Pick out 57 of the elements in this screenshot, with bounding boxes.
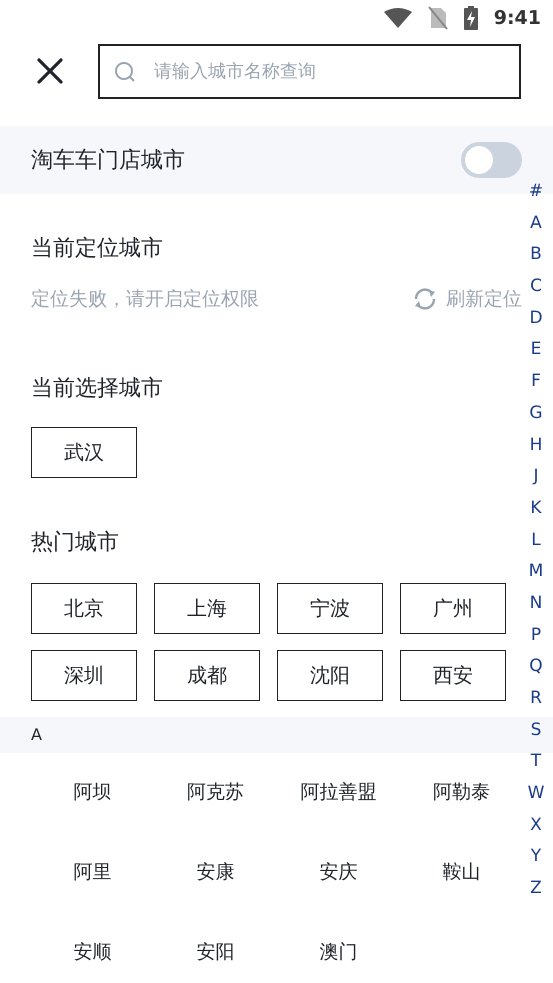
index-letter[interactable]: W	[525, 778, 547, 810]
city-item[interactable]: 澳门	[277, 912, 400, 983]
index-letter[interactable]: T	[525, 746, 547, 778]
index-letter[interactable]: Y	[525, 841, 547, 874]
index-letter[interactable]: L	[525, 524, 547, 556]
section-title: 当前定位城市	[31, 235, 164, 263]
city-item[interactable]: 安康	[154, 832, 277, 912]
wifi-icon	[384, 8, 412, 28]
toggle-switch[interactable]	[461, 142, 522, 178]
city-item[interactable]: 鞍山	[400, 832, 523, 912]
city-button[interactable]: 北京	[31, 582, 137, 634]
city-item[interactable]: 阿坝	[31, 752, 154, 832]
refresh-icon	[412, 287, 438, 312]
location-error-text: 定位失败，请开启定位权限	[31, 287, 259, 312]
city-button[interactable]: 上海	[154, 582, 260, 634]
search-icon	[114, 60, 136, 82]
battery-charging-icon	[464, 6, 478, 30]
index-letter[interactable]: B	[525, 239, 547, 272]
index-letter[interactable]: C	[525, 271, 547, 303]
section-title: 当前选择城市	[31, 374, 164, 402]
letter-heading: A	[31, 724, 42, 746]
toggle-label: 淘车车门店城市	[31, 146, 185, 174]
city-button[interactable]: 深圳	[31, 650, 137, 700]
city-item[interactable]: 阿拉善盟	[277, 752, 400, 832]
index-letter[interactable]: N	[525, 588, 547, 620]
city-button[interactable]: 广州	[400, 582, 506, 634]
city-item[interactable]: 安顺	[31, 912, 154, 983]
city-item[interactable]: 阿里	[31, 832, 154, 912]
index-letter[interactable]: G	[525, 398, 547, 430]
index-letter[interactable]: E	[525, 334, 547, 366]
index-letter[interactable]: M	[525, 556, 547, 588]
no-sim-icon	[428, 6, 448, 30]
index-letter[interactable]: S	[525, 714, 547, 746]
index-letter[interactable]: R	[525, 683, 547, 715]
index-letter[interactable]: F	[525, 366, 547, 398]
city-button[interactable]: 西安	[400, 650, 506, 700]
city-button[interactable]: 沈阳	[277, 650, 383, 700]
index-letter[interactable]: Z	[525, 873, 547, 905]
index-letter[interactable]: K	[525, 492, 547, 525]
index-letter[interactable]: Q	[525, 651, 547, 683]
index-letter[interactable]: J	[525, 461, 547, 493]
index-letter[interactable]: D	[525, 302, 547, 334]
city-button[interactable]: 武汉	[31, 426, 137, 478]
city-item[interactable]: 安庆	[277, 832, 400, 912]
city-button[interactable]: 成都	[154, 650, 260, 700]
city-button[interactable]: 宁波	[277, 582, 383, 634]
index-letter[interactable]: A	[525, 208, 547, 240]
index-letter[interactable]: H	[525, 430, 547, 462]
city-item[interactable]: 阿克苏	[154, 752, 277, 832]
index-letter[interactable]: #	[525, 176, 547, 208]
index-letter[interactable]: X	[525, 810, 547, 842]
city-item[interactable]: 安阳	[154, 912, 277, 983]
section-title: 热门城市	[31, 528, 120, 556]
status-time: 9:41	[494, 6, 541, 31]
city-item[interactable]: 阿勒泰	[400, 752, 523, 832]
index-letter[interactable]: P	[525, 620, 547, 652]
search-field[interactable]: 请输入城市名称查询	[98, 44, 521, 98]
